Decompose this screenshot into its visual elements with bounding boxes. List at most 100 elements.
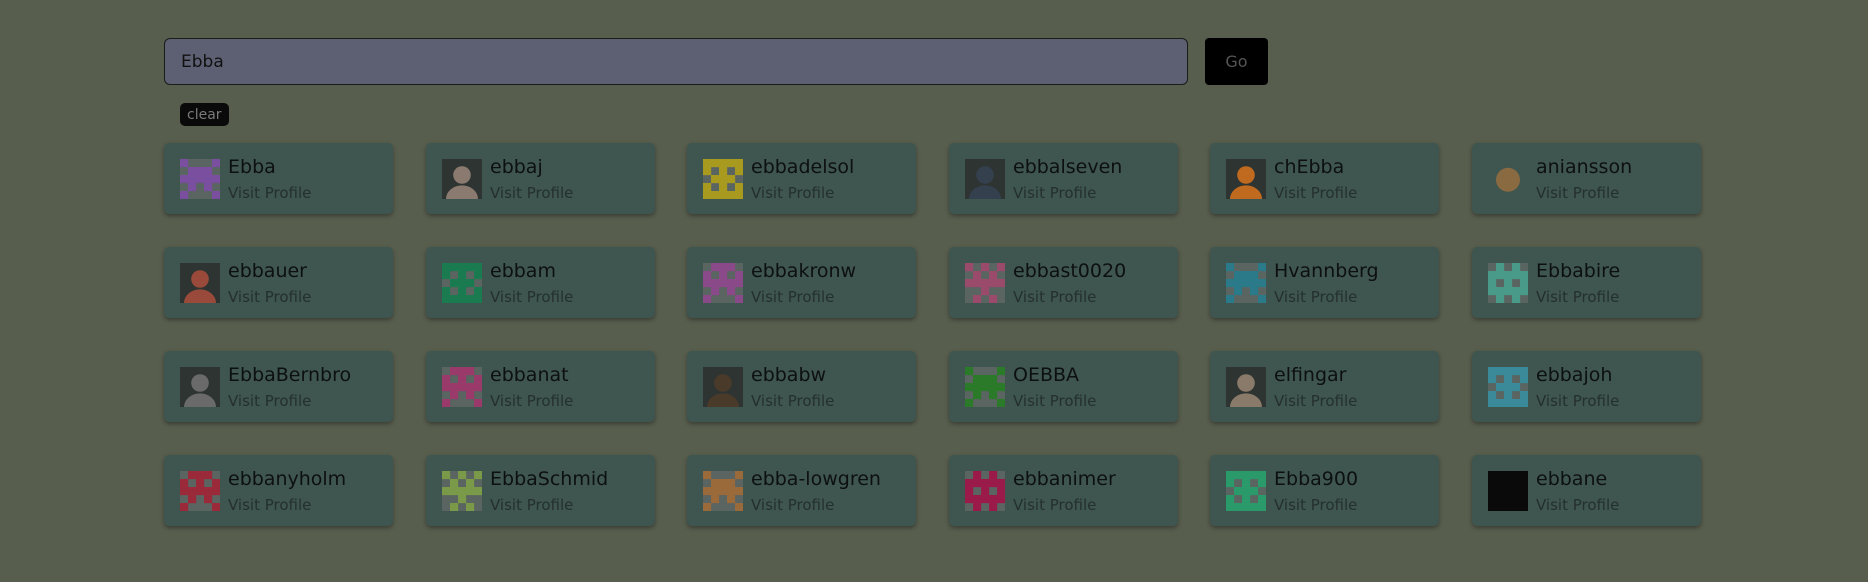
visit-profile-link[interactable]: Visit Profile <box>490 184 573 202</box>
visit-profile-link[interactable]: Visit Profile <box>751 288 834 306</box>
visit-profile-link[interactable]: Visit Profile <box>490 392 573 410</box>
username: ebbaj <box>490 156 543 178</box>
username: ebbajoh <box>1536 364 1613 386</box>
search-input[interactable] <box>164 38 1188 85</box>
user-card[interactable]: ebbajoh Visit Profile <box>1472 351 1701 422</box>
username: ebbanimer <box>1013 468 1116 490</box>
user-card[interactable]: ebbanat Visit Profile <box>426 351 655 422</box>
username: ebbane <box>1536 468 1608 490</box>
avatar <box>965 471 1005 511</box>
avatar <box>1226 367 1266 407</box>
visit-profile-link[interactable]: Visit Profile <box>1536 496 1619 514</box>
username: OEBBA <box>1013 364 1080 386</box>
visit-profile-link[interactable]: Visit Profile <box>1013 392 1096 410</box>
avatar <box>703 471 743 511</box>
avatar <box>1226 471 1266 511</box>
username: ebbabw <box>751 364 827 386</box>
username: ebba-lowgren <box>751 468 881 490</box>
avatar <box>180 367 220 407</box>
avatar <box>442 367 482 407</box>
visit-profile-link[interactable]: Visit Profile <box>228 392 311 410</box>
avatar <box>180 159 220 199</box>
visit-profile-link[interactable]: Visit Profile <box>751 496 834 514</box>
visit-profile-link[interactable]: Visit Profile <box>228 184 311 202</box>
visit-profile-link[interactable]: Visit Profile <box>228 496 311 514</box>
search-bar: Go <box>164 38 1268 85</box>
user-card[interactable]: ebbauer Visit Profile <box>164 247 393 318</box>
visit-profile-link[interactable]: Visit Profile <box>228 288 311 306</box>
avatar <box>703 367 743 407</box>
username: ebbanyholm <box>228 468 347 490</box>
username: ebbam <box>490 260 556 282</box>
user-card[interactable]: ebbane Visit Profile <box>1472 455 1701 526</box>
user-card[interactable]: EbbaBernbro Visit Profile <box>164 351 393 422</box>
avatar <box>442 263 482 303</box>
avatar <box>1488 159 1528 199</box>
avatar <box>703 263 743 303</box>
username: ebbakronw <box>751 260 857 282</box>
user-card[interactable]: Ebba900 Visit Profile <box>1210 455 1439 526</box>
visit-profile-link[interactable]: Visit Profile <box>1536 392 1619 410</box>
visit-profile-link[interactable]: Visit Profile <box>751 392 834 410</box>
user-card[interactable]: ebbanimer Visit Profile <box>949 455 1178 526</box>
clear-button[interactable]: clear <box>180 103 229 126</box>
user-card[interactable]: aniansson Visit Profile <box>1472 143 1701 214</box>
avatar <box>180 471 220 511</box>
username: Hvannberg <box>1274 260 1379 282</box>
user-card[interactable]: ebbam Visit Profile <box>426 247 655 318</box>
visit-profile-link[interactable]: Visit Profile <box>490 496 573 514</box>
user-card[interactable]: ebbast0020 Visit Profile <box>949 247 1178 318</box>
username: ebbanat <box>490 364 569 386</box>
username: elfingar <box>1274 364 1347 386</box>
avatar <box>1226 159 1266 199</box>
user-card[interactable]: chEbba Visit Profile <box>1210 143 1439 214</box>
user-card[interactable]: ebba-lowgren Visit Profile <box>687 455 916 526</box>
avatar <box>1488 263 1528 303</box>
user-card[interactable]: ebbakronw Visit Profile <box>687 247 916 318</box>
username: Ebba <box>228 156 276 178</box>
avatar <box>1488 367 1528 407</box>
username: aniansson <box>1536 156 1633 178</box>
user-card[interactable]: EbbaSchmid Visit Profile <box>426 455 655 526</box>
username: ebbadelsol <box>751 156 855 178</box>
visit-profile-link[interactable]: Visit Profile <box>1013 496 1096 514</box>
user-card[interactable]: Ebba Visit Profile <box>164 143 393 214</box>
go-button[interactable]: Go <box>1205 38 1268 85</box>
avatar <box>965 159 1005 199</box>
avatar <box>1488 471 1528 511</box>
username: chEbba <box>1274 156 1345 178</box>
user-card[interactable]: Hvannberg Visit Profile <box>1210 247 1439 318</box>
visit-profile-link[interactable]: Visit Profile <box>1013 184 1096 202</box>
username: Ebba900 <box>1274 468 1359 490</box>
avatar <box>442 159 482 199</box>
visit-profile-link[interactable]: Visit Profile <box>490 288 573 306</box>
user-card[interactable]: ebbalseven Visit Profile <box>949 143 1178 214</box>
user-card[interactable]: ebbanyholm Visit Profile <box>164 455 393 526</box>
user-card[interactable]: elfingar Visit Profile <box>1210 351 1439 422</box>
username: Ebbabire <box>1536 260 1621 282</box>
username: ebbalseven <box>1013 156 1123 178</box>
username: ebbast0020 <box>1013 260 1127 282</box>
visit-profile-link[interactable]: Visit Profile <box>1274 392 1357 410</box>
user-card[interactable]: ebbadelsol Visit Profile <box>687 143 916 214</box>
username: EbbaSchmid <box>490 468 609 490</box>
avatar <box>1226 263 1266 303</box>
username: EbbaBernbro <box>228 364 352 386</box>
user-card[interactable]: ebbabw Visit Profile <box>687 351 916 422</box>
username: ebbauer <box>228 260 307 282</box>
visit-profile-link[interactable]: Visit Profile <box>1013 288 1096 306</box>
visit-profile-link[interactable]: Visit Profile <box>1274 184 1357 202</box>
visit-profile-link[interactable]: Visit Profile <box>1274 288 1357 306</box>
avatar <box>965 367 1005 407</box>
visit-profile-link[interactable]: Visit Profile <box>751 184 834 202</box>
user-card[interactable]: ebbaj Visit Profile <box>426 143 655 214</box>
visit-profile-link[interactable]: Visit Profile <box>1536 184 1619 202</box>
avatar <box>180 263 220 303</box>
avatar <box>703 159 743 199</box>
user-card[interactable]: OEBBA Visit Profile <box>949 351 1178 422</box>
user-card[interactable]: Ebbabire Visit Profile <box>1472 247 1701 318</box>
visit-profile-link[interactable]: Visit Profile <box>1536 288 1619 306</box>
visit-profile-link[interactable]: Visit Profile <box>1274 496 1357 514</box>
avatar <box>442 471 482 511</box>
avatar <box>965 263 1005 303</box>
